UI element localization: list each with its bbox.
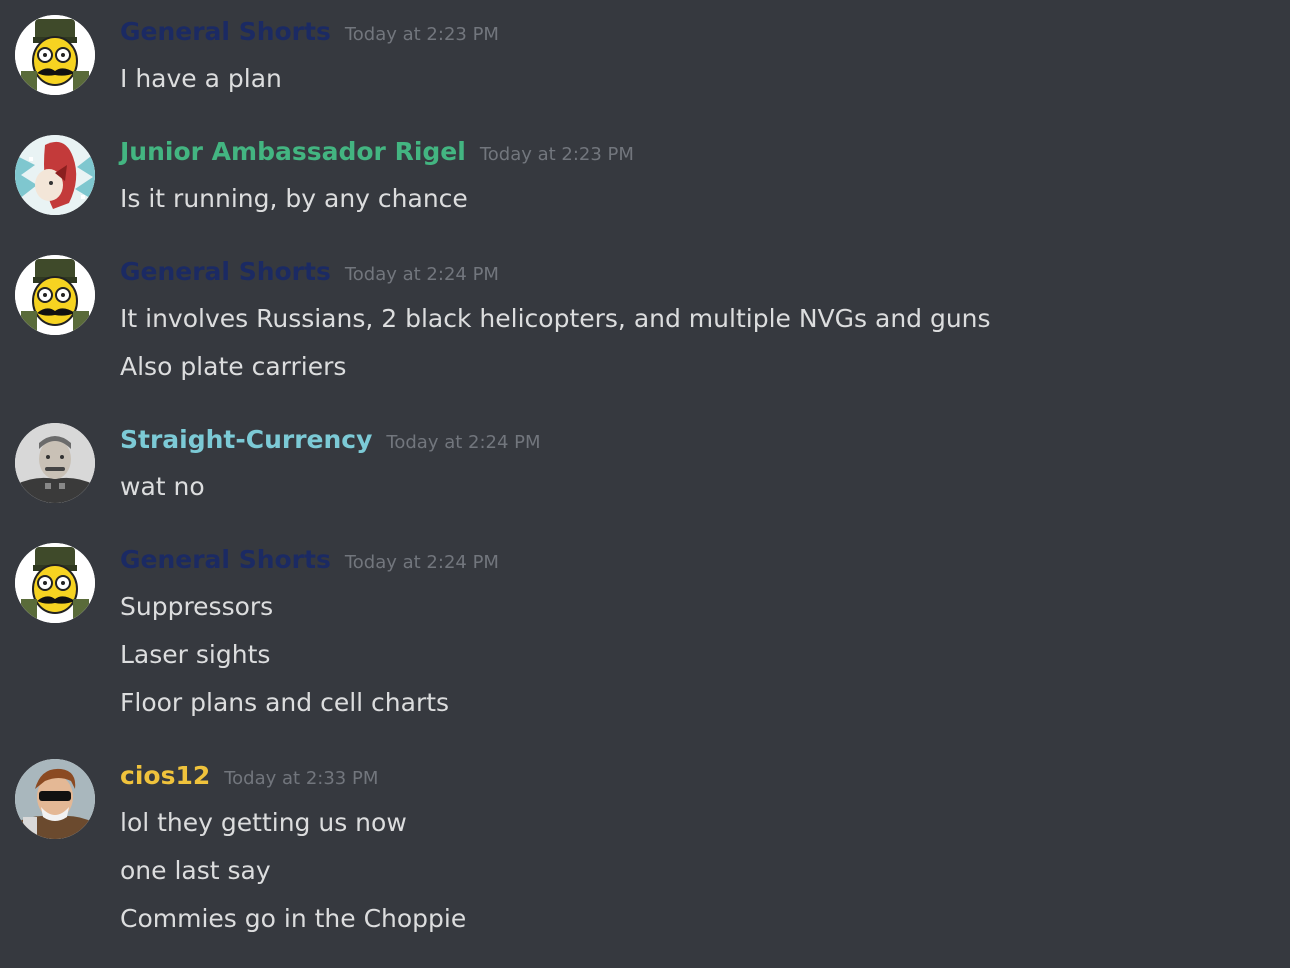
message-line: Commies go in the Choppie [120,904,467,933]
timestamp: Today at 2:23 PM [479,144,634,165]
message-body: I have a plan [120,55,282,103]
username[interactable]: Junior Ambassador Rigel [120,137,466,166]
message-header: General Shorts Today at 2:24 PM [120,257,499,293]
message-line: Suppressors [120,592,274,621]
timestamp: Today at 2:33 PM [224,768,379,789]
message-body: Is it running, by any chance [120,175,468,223]
timestamp: Today at 2:24 PM [344,552,499,573]
message-line: Floor plans and cell charts [120,688,450,717]
message-list: General Shorts Today at 2:23 PM I have a … [0,0,1290,968]
message-body: wat no [120,463,205,511]
message-line: It involves Russians, 2 black helicopter… [120,304,991,333]
timestamp: Today at 2:24 PM [386,432,541,453]
message-line: Is it running, by any chance [120,184,468,213]
message-header: Junior Ambassador Rigel Today at 2:23 PM [120,137,634,173]
message-line: lol they getting us now [120,808,407,837]
message-body: Suppressors Laser sights Floor plans and… [120,583,449,727]
sunglasses-man-avatar-icon[interactable] [15,759,95,839]
cartoon-general-avatar-icon[interactable] [15,15,95,95]
cartoon-general-avatar-icon[interactable] [15,543,95,623]
username[interactable]: General Shorts [120,17,331,46]
username[interactable]: General Shorts [120,257,331,286]
message-header: cios12 Today at 2:33 PM [120,761,378,797]
username[interactable]: General Shorts [120,545,331,574]
timestamp: Today at 2:23 PM [344,24,499,45]
message-body: lol they getting us now one last say Com… [120,799,466,943]
anime-character-avatar-icon[interactable] [15,135,95,215]
message-line: Laser sights [120,640,271,669]
username[interactable]: cios12 [120,761,210,790]
message-line: one last say [120,856,271,885]
message-header: Straight-Currency Today at 2:24 PM [120,425,541,461]
cartoon-general-avatar-icon[interactable] [15,255,95,335]
message-header: General Shorts Today at 2:24 PM [120,545,499,581]
username[interactable]: Straight-Currency [120,425,372,454]
message-header: General Shorts Today at 2:23 PM [120,17,499,53]
message-line: Also plate carriers [120,352,347,381]
message-line: I have a plan [120,64,282,93]
portrait-photo-avatar-icon[interactable] [15,423,95,503]
timestamp: Today at 2:24 PM [344,264,499,285]
message-body: It involves Russians, 2 black helicopter… [120,295,991,391]
message-line: wat no [120,472,205,501]
